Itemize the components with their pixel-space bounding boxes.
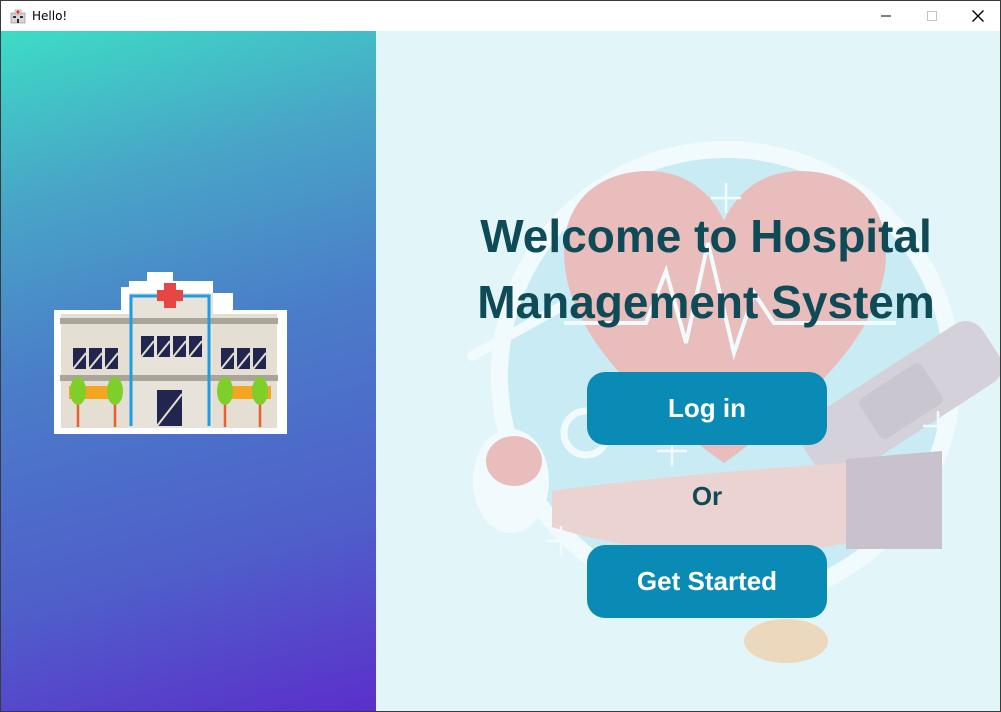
title-bar[interactable]: Hello! [1,1,1000,31]
welcome-heading-line2: Management System [477,276,935,328]
welcome-heading: Welcome to Hospital Management System [456,203,956,335]
minimize-button[interactable] [863,1,909,31]
login-button[interactable]: Log in [587,372,827,445]
maximize-icon [927,11,937,21]
maximize-button[interactable] [909,1,955,31]
left-panel [1,31,376,711]
app-window: Hello! Welcome to Hospital Management Sy… [0,0,1001,712]
hospital-icon [10,9,26,24]
welcome-heading-line1: Welcome to Hospital [480,210,932,262]
or-separator: Or [691,481,723,511]
close-button[interactable] [955,1,1000,31]
close-icon [972,10,984,22]
get-started-button[interactable]: Get Started [587,545,827,618]
hospital-building-icon [54,272,287,434]
minimize-icon [881,15,891,17]
window-title: Hello! [32,9,68,23]
right-panel: Welcome to Hospital Management System Lo… [376,31,1000,711]
